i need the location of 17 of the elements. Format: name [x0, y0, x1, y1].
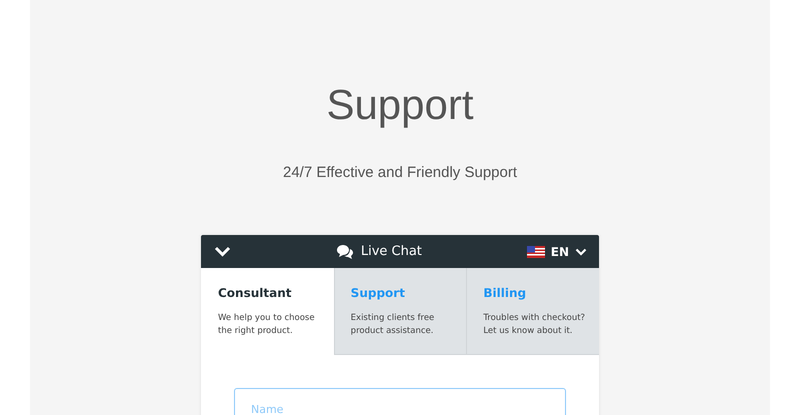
name-field[interactable]: Name	[234, 388, 566, 415]
tab-title: Support	[350, 286, 406, 300]
tab-description: Existing clients free product assistance.	[350, 312, 436, 338]
chevron-down-icon[interactable]	[214, 246, 231, 257]
tab-description: Troubles with checkout? Let us know about it.	[483, 312, 586, 338]
chat-title: Live Chat	[360, 244, 422, 259]
tab-title: Consultant	[218, 286, 293, 300]
chat-tab[interactable]: Support Existing clients free product assistance.	[334, 268, 466, 355]
chat-tab[interactable]: Billing Troubles with checkout? Let us know about it.	[466, 268, 600, 355]
page-subtitle: 24/7 Effective and Friendly Support	[282, 164, 518, 181]
language-label[interactable]: EN	[550, 244, 569, 258]
chevron-down-icon[interactable]	[575, 248, 587, 256]
tab-title: Billing	[483, 286, 528, 300]
flag-icon	[526, 246, 545, 258]
chat-bubbles-icon	[336, 244, 354, 259]
page-title: Support	[326, 80, 474, 130]
tab-description: We help you to choose the right product.	[218, 312, 316, 338]
